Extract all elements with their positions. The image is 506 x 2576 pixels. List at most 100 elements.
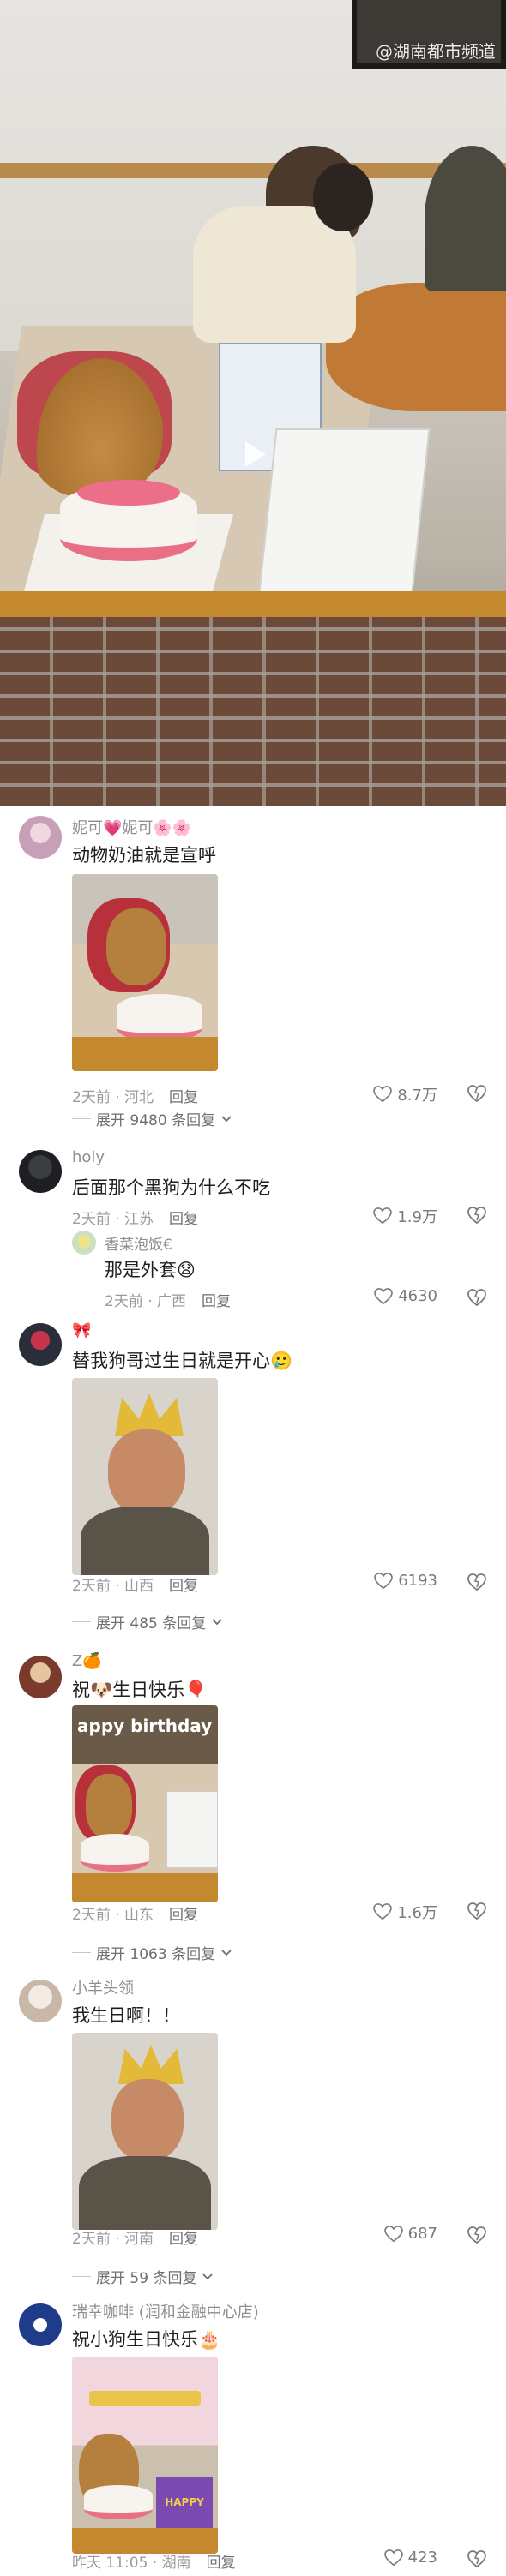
heart-icon [383, 2225, 403, 2242]
chevron-down-icon [221, 1115, 232, 1122]
reply-meta: 2天前 · 广西 回复 [105, 1293, 232, 1310]
avatar[interactable] [19, 1980, 62, 2022]
avatar[interactable] [19, 1150, 62, 1193]
comment-meta: 2天前 · 山东 回复 [72, 1907, 199, 1924]
expand-replies-button[interactable]: 展开 9480 条回复 [72, 1108, 232, 1129]
heart-icon [383, 2549, 403, 2566]
dislike-icon[interactable] [467, 1205, 487, 1225]
video-player[interactable]: @湖南都市频道 [0, 0, 506, 806]
comment-text: 替我狗哥过生日就是开心🥲 [72, 1351, 293, 1371]
person-head [313, 163, 373, 231]
expand-replies-button[interactable]: 展开 485 条回复 [72, 1611, 223, 1632]
comment-text: 动物奶油就是宣呼 [72, 845, 216, 866]
cake-flowers [77, 480, 180, 506]
comment-location: 湖南 [161, 2555, 191, 2572]
like-button[interactable]: 1.9万 [373, 1205, 437, 1227]
expand-label: 展开 485 条回复 [96, 1615, 207, 1632]
brick-wall [0, 617, 506, 806]
avatar[interactable] [19, 1656, 62, 1698]
like-count: 6193 [398, 1572, 437, 1590]
heart-icon [374, 1572, 394, 1589]
reply-button[interactable]: 回复 [169, 2231, 198, 2248]
comment-username[interactable]: 妮可💗妮可🌸🌸 [72, 816, 191, 838]
comment-text: 祝小狗生日快乐🎂 [72, 2329, 221, 2350]
like-button[interactable]: 1.6万 [373, 1901, 437, 1923]
like-button[interactable]: 6193 [374, 1572, 437, 1590]
like-count: 4630 [398, 1287, 437, 1305]
comment-meta: 2天前 · 河南 回复 [72, 2231, 199, 2248]
dislike-icon[interactable] [467, 1572, 487, 1592]
comment-image[interactable] [72, 874, 218, 1071]
chevron-down-icon [221, 1949, 232, 1956]
dislike-icon[interactable] [467, 1287, 487, 1308]
reply-button[interactable]: 回复 [207, 2555, 236, 2572]
reply-button[interactable]: 回复 [169, 1211, 198, 1228]
thumb-banner-text: appy birthday [77, 1716, 213, 1736]
like-button[interactable]: 4630 [374, 1287, 437, 1305]
cake-box-white [256, 428, 431, 617]
divider [72, 1118, 91, 1119]
like-button[interactable]: 687 [383, 2225, 437, 2243]
reply-avatar[interactable] [72, 1231, 96, 1255]
comment-image[interactable]: HAPPY [72, 2357, 218, 2554]
heart-icon [374, 1287, 394, 1304]
bench-edge [0, 591, 506, 617]
comment-time: 2天前 [72, 2231, 111, 2248]
comment-text: 我生日啊！！ [72, 2005, 180, 2026]
comment-username[interactable]: 小羊头领 [72, 1976, 134, 1998]
comment-username[interactable]: 瑞幸咖啡 (润和金融中心店) [72, 2300, 259, 2322]
video-watermark: @湖南都市频道 [376, 41, 496, 62]
reply-button[interactable]: 回复 [169, 1907, 198, 1924]
comment-username[interactable]: Z🍊 [72, 1652, 102, 1670]
reply-location: 广西 [157, 1293, 187, 1310]
comment-image[interactable]: appy birthday [72, 1705, 218, 1902]
comment-text: 祝🐶生日快乐🎈 [72, 1680, 208, 1700]
like-count: 687 [407, 2225, 437, 2243]
reply-username[interactable]: 香菜泡饭€ [105, 1232, 172, 1254]
dislike-icon[interactable] [467, 1083, 487, 1104]
dislike-icon[interactable] [467, 1901, 487, 1921]
divider [72, 2276, 91, 2277]
comment-time: 2天前 [72, 1907, 111, 1924]
comment-text: 后面那个黑狗为什么不吃 [72, 1177, 270, 1198]
reply-button[interactable]: 回复 [169, 1578, 198, 1595]
comment-location: 河南 [124, 2231, 154, 2248]
avatar[interactable] [19, 816, 62, 859]
reply-time: 2天前 [105, 1293, 143, 1310]
divider [72, 1952, 91, 1953]
play-icon[interactable] [232, 433, 274, 476]
avatar[interactable] [19, 1323, 62, 1366]
avatar[interactable] [19, 2303, 62, 2346]
like-count: 8.7万 [397, 1087, 437, 1105]
comment-location: 山东 [124, 1907, 154, 1924]
comment-meta: 2天前 · 河北 回复 [72, 1089, 199, 1106]
like-button[interactable]: 8.7万 [373, 1083, 437, 1105]
comment-username[interactable]: holy [72, 1148, 105, 1166]
expand-label: 展开 9480 条回复 [96, 1112, 216, 1129]
dislike-icon[interactable] [467, 2225, 487, 2245]
heart-icon [373, 1903, 393, 1920]
dislike-icon[interactable] [467, 2549, 487, 2569]
comment-location: 江苏 [124, 1211, 154, 1228]
reply-button[interactable]: 回复 [202, 1293, 231, 1310]
expand-label: 展开 59 条回复 [96, 2270, 197, 2287]
comment-time: 2天前 [72, 1211, 111, 1228]
expand-label: 展开 1063 条回复 [96, 1946, 216, 1963]
wall-rail [0, 163, 506, 178]
golden-retriever [26, 343, 163, 497]
expand-replies-button[interactable]: 展开 59 条回复 [72, 2266, 214, 2287]
comment-image[interactable] [72, 2033, 218, 2230]
comment-meta: 昨天 11:05 · 湖南 回复 [72, 2555, 236, 2572]
chevron-down-icon [212, 1618, 222, 1625]
comment-username[interactable]: 🎀 [72, 1321, 91, 1339]
like-count: 1.9万 [397, 1208, 437, 1226]
comment-meta: 2天前 · 山西 回复 [72, 1578, 199, 1595]
comment-time: 2天前 [72, 1089, 111, 1106]
like-button[interactable]: 423 [383, 2549, 437, 2567]
expand-replies-button[interactable]: 展开 1063 条回复 [72, 1942, 232, 1963]
comment-location: 河北 [124, 1089, 154, 1106]
reply-button[interactable]: 回复 [169, 1089, 198, 1106]
heart-icon [373, 1086, 393, 1103]
comment-location: 山西 [124, 1578, 154, 1595]
comment-image[interactable] [72, 1378, 218, 1575]
